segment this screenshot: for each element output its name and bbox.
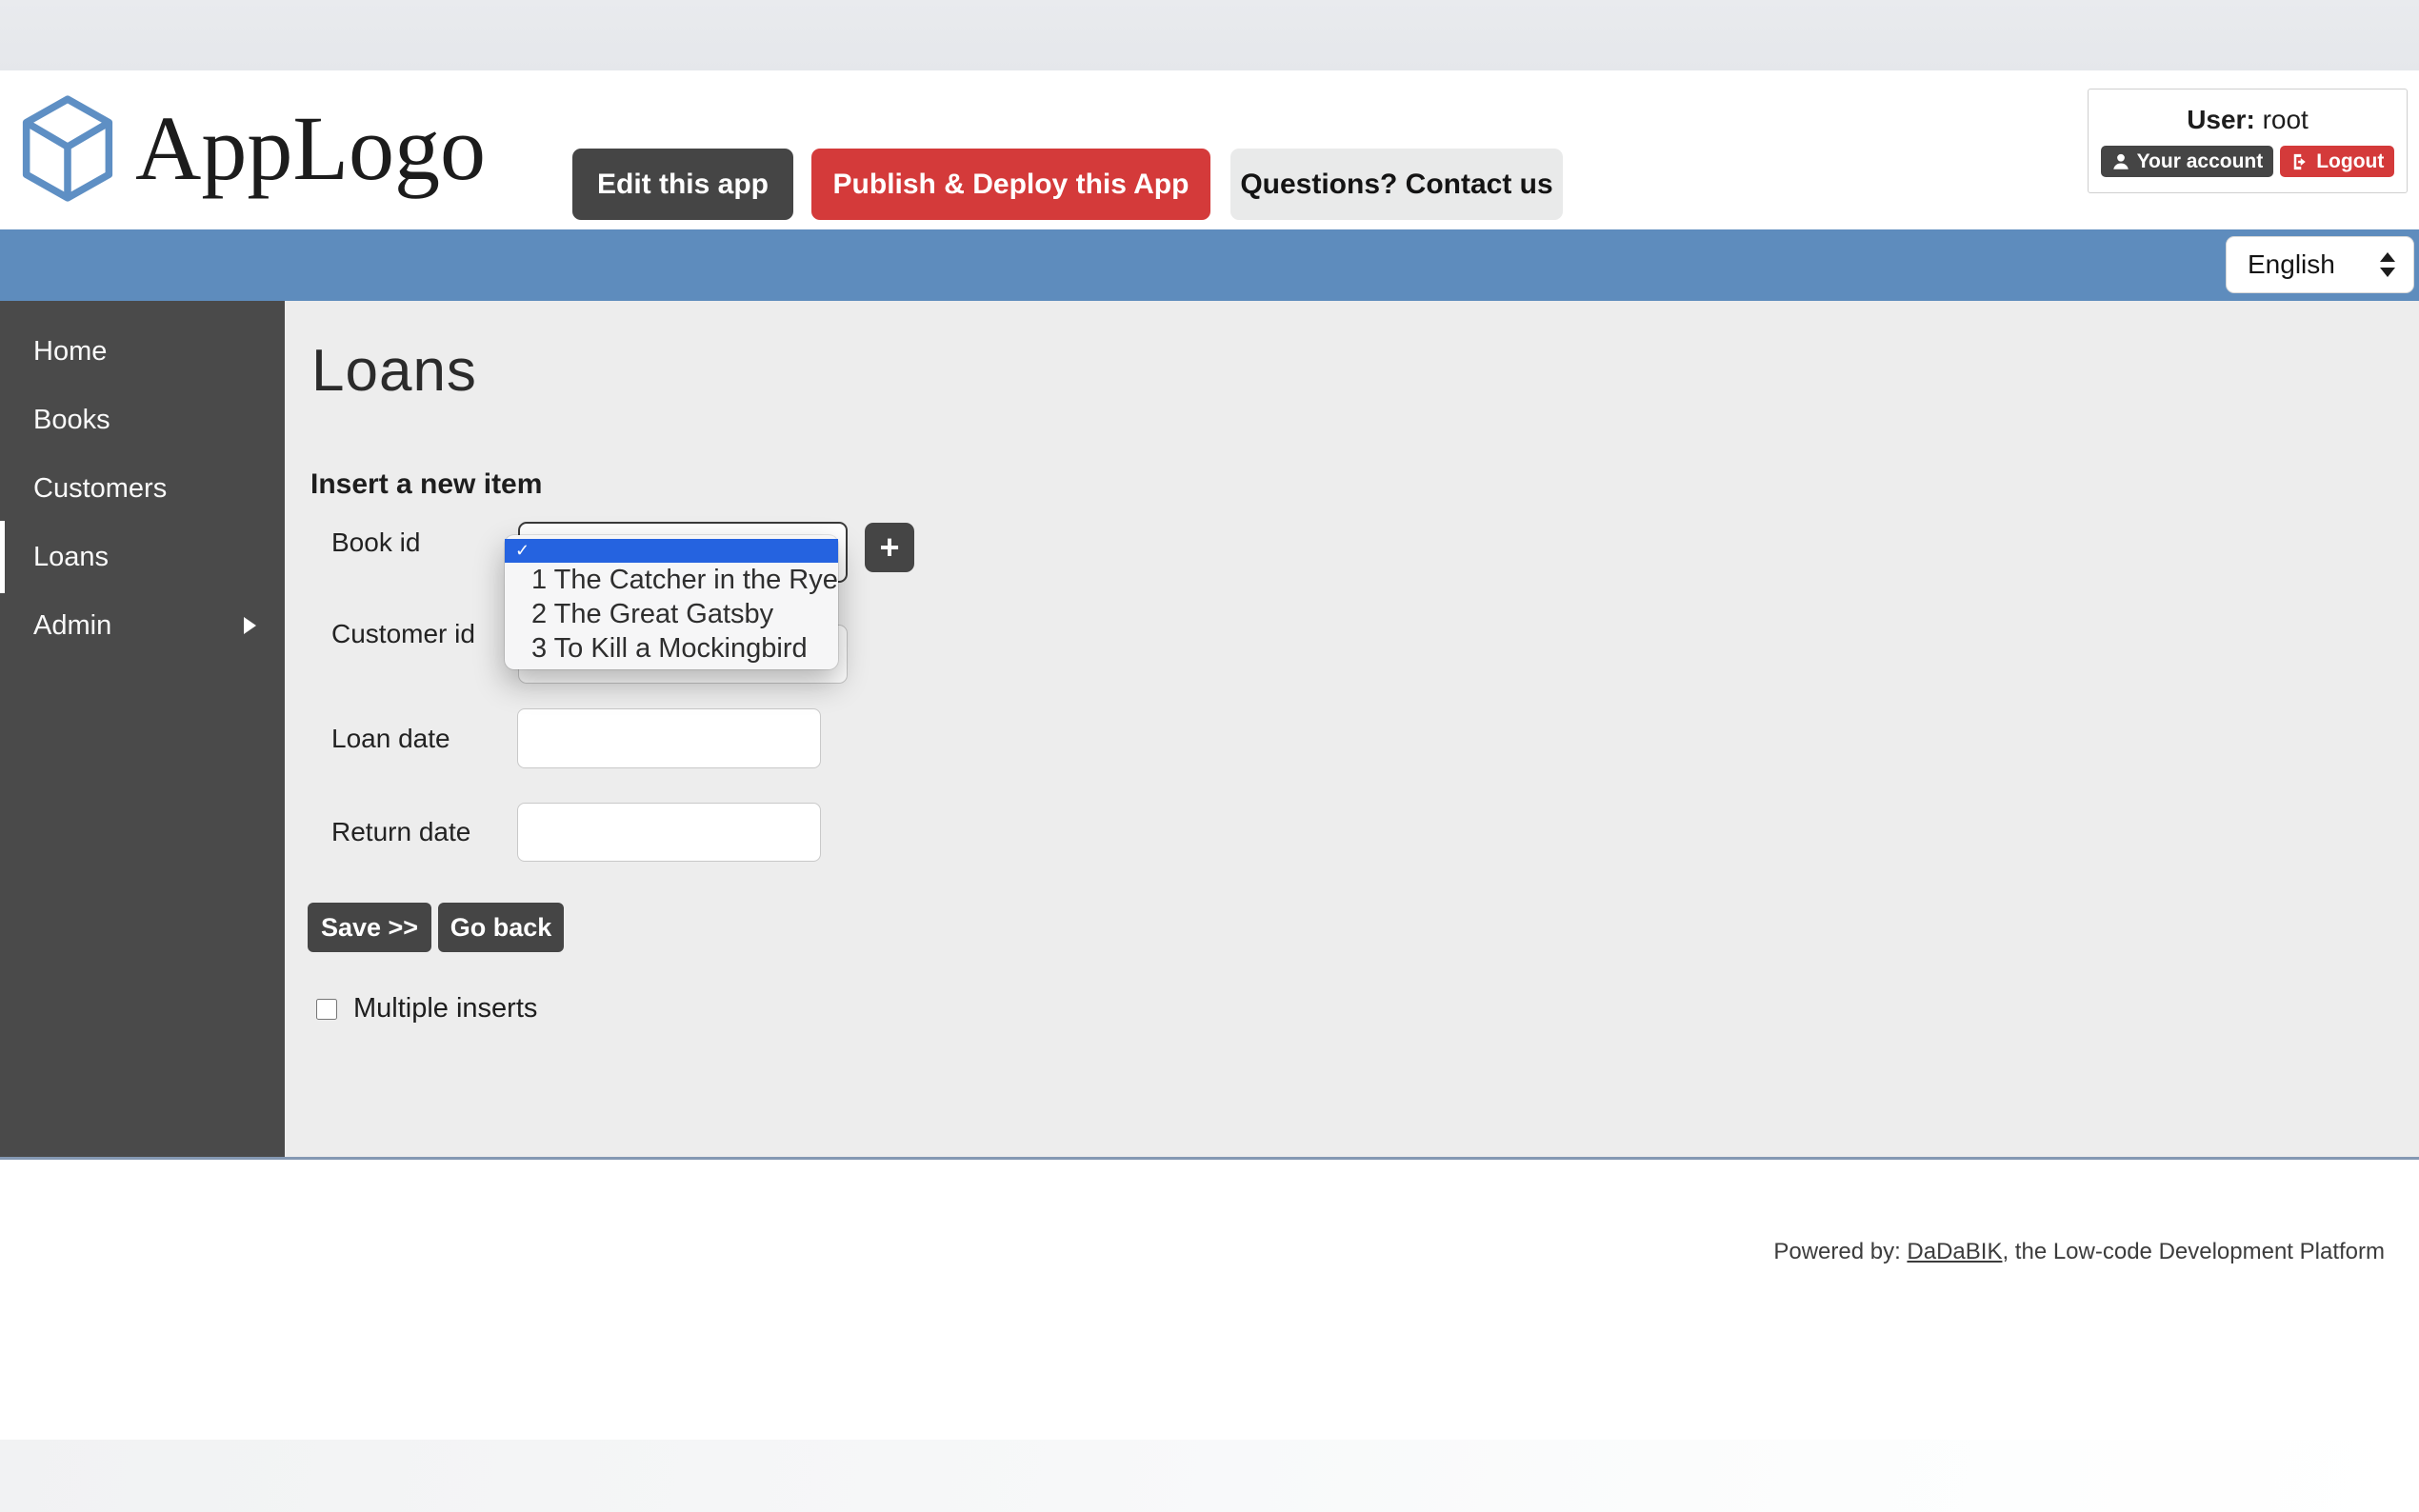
customer-id-label: Customer id <box>331 621 475 647</box>
user-panel: User: root Your account <box>2088 89 2408 193</box>
language-bar: English <box>0 229 2419 301</box>
select-updown-icon <box>2377 250 2398 279</box>
sidebar-item-home[interactable]: Home <box>0 317 285 386</box>
logout-button[interactable]: Logout <box>2280 146 2394 177</box>
logout-icon <box>2290 152 2309 171</box>
browser-top-strip <box>0 0 2419 70</box>
user-line: User: root <box>2089 105 2407 135</box>
dadabik-link[interactable]: DaDaBIK <box>1907 1239 2002 1264</box>
dropdown-option-2[interactable]: 2 The Great Gatsby <box>505 597 838 631</box>
dropdown-option-3[interactable]: 3 To Kill a Mockingbird <box>505 631 838 666</box>
publish-deploy-button[interactable]: Publish & Deploy this App <box>811 149 1210 220</box>
sidebar-item-books[interactable]: Books <box>0 386 285 454</box>
logo-text: AppLogo <box>135 91 486 206</box>
submenu-arrow-icon <box>244 617 256 634</box>
sidebar-item-customers[interactable]: Customers <box>0 454 285 523</box>
multiple-inserts-label: Multiple inserts <box>353 993 537 1025</box>
desktop-bottom-band <box>0 1440 2419 1512</box>
page-title: Loans <box>311 337 477 405</box>
checkmark-icon: ✓ <box>505 539 530 563</box>
multiple-inserts-checkbox[interactable] <box>316 999 337 1020</box>
content-area: Home Books Customers Loans Admin Loans <box>0 301 2419 1160</box>
save-button[interactable]: Save >> <box>308 903 431 952</box>
add-book-button[interactable]: + <box>865 523 914 572</box>
return-date-label: Return date <box>331 819 470 846</box>
powered-by-suffix: , the Low-code Development Platform <box>2002 1239 2385 1264</box>
app-logo: AppLogo <box>21 91 486 206</box>
your-account-button[interactable]: Your account <box>2101 146 2274 177</box>
go-back-button[interactable]: Go back <box>438 903 564 952</box>
return-date-input[interactable] <box>517 803 821 862</box>
main-panel: Loans Insert a new item Book id + Custom… <box>285 301 2419 1157</box>
dropdown-option-1[interactable]: 1 The Catcher in the Rye <box>505 563 838 597</box>
user-label: User: <box>2187 105 2255 134</box>
cube-logo-icon <box>21 91 114 206</box>
multiple-inserts-row: Multiple inserts <box>316 993 537 1025</box>
user-name: root <box>2263 105 2309 134</box>
sidebar-nav: Home Books Customers Loans Admin <box>0 301 285 1157</box>
active-indicator <box>0 521 5 593</box>
dropdown-selected-option[interactable]: ✓ <box>505 539 838 563</box>
contact-us-button[interactable]: Questions? Contact us <box>1230 149 1563 220</box>
language-select[interactable]: English <box>2226 236 2414 293</box>
sidebar-item-loans[interactable]: Loans <box>0 523 285 591</box>
book-id-dropdown: ✓ 1 The Catcher in the Rye 2 The Great G… <box>505 535 838 669</box>
sidebar-item-admin[interactable]: Admin <box>0 591 285 660</box>
app-header: AppLogo Edit this app Publish & Deploy t… <box>0 70 2419 229</box>
insert-subtitle: Insert a new item <box>310 468 542 501</box>
page: AppLogo Edit this app Publish & Deploy t… <box>0 0 2419 1512</box>
language-selected-value: English <box>2248 249 2335 280</box>
powered-by-prefix: Powered by: <box>1773 1239 1907 1264</box>
loan-date-label: Loan date <box>331 726 450 752</box>
book-id-label: Book id <box>331 529 420 556</box>
loan-date-input[interactable] <box>517 708 821 768</box>
edit-app-button[interactable]: Edit this app <box>572 149 793 220</box>
person-icon <box>2111 152 2130 171</box>
powered-by-footer: Powered by: DaDaBIK, the Low-code Develo… <box>1773 1239 2385 1265</box>
